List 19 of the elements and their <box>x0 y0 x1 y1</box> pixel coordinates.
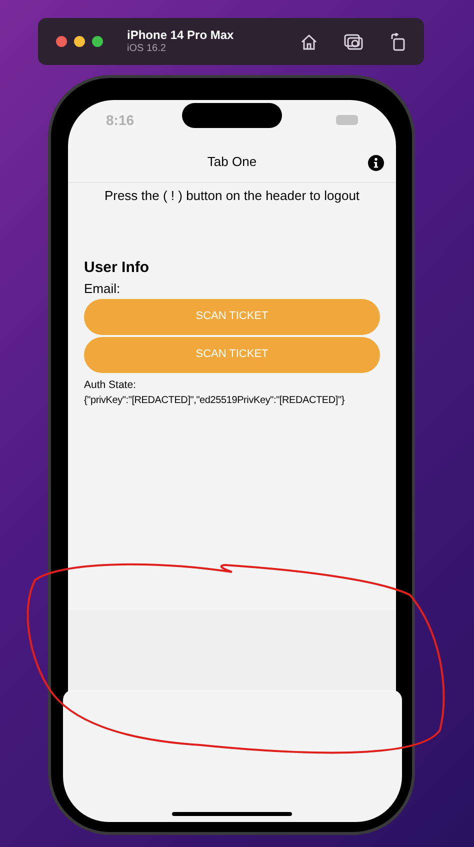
home-icon[interactable] <box>300 32 318 50</box>
os-version: iOS 16.2 <box>127 42 167 56</box>
auth-state-label: Auth State: <box>84 378 137 392</box>
close-window-button[interactable] <box>56 36 67 47</box>
auth-state-value: {"privKey":"[REDACTED]","ed25519PrivKey":"[REDACTED]"} <box>84 394 346 408</box>
camera-icon[interactable] <box>344 32 364 50</box>
header-title: Tab One <box>207 153 257 172</box>
status-time: 8:16 <box>106 110 134 130</box>
scan-ticket-button[interactable]: SCAN TICKET <box>84 336 380 372</box>
minimize-window-button[interactable] <box>74 36 85 47</box>
zoom-window-button[interactable] <box>92 36 103 47</box>
rotate-icon[interactable] <box>390 32 406 50</box>
battery-icon <box>336 115 358 125</box>
email-label: Email: <box>84 280 122 298</box>
instruction-text: Press the ( ! ) button on the header to logout <box>103 187 361 205</box>
device-name: iPhone 14 Pro Max <box>127 28 234 43</box>
scan-ticket-button[interactable]: SCAN TICKET <box>84 298 380 334</box>
section-title: User Info <box>84 258 150 278</box>
info-icon[interactable] <box>368 155 384 171</box>
